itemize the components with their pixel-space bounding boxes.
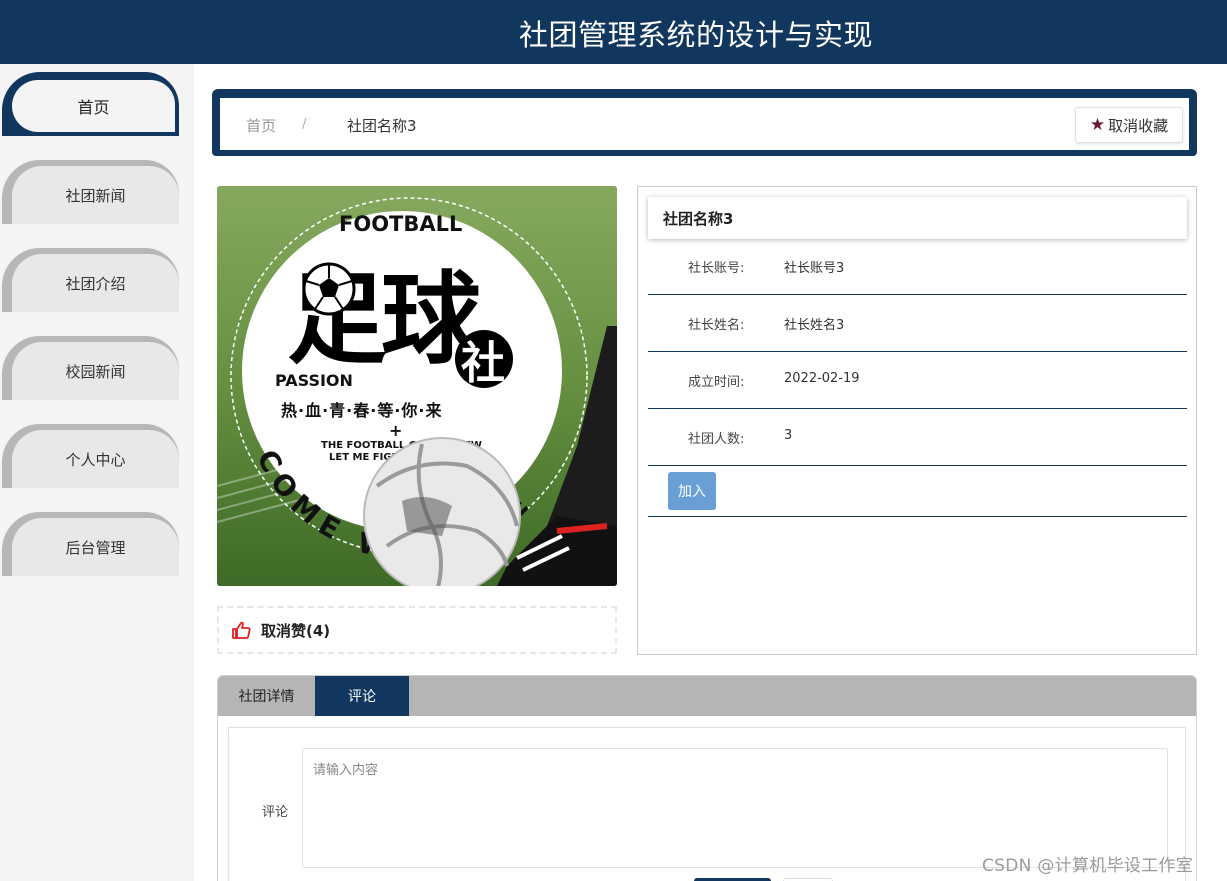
info-label: 社长账号: [688, 261, 745, 276]
top-header: 社团管理系统的设计与实现 [0, 0, 1227, 64]
tab-bar: 社团详情 评论 [218, 676, 1196, 716]
poster-text-plus: + [389, 421, 402, 440]
breadcrumb-container: 首页 / 社团名称3 ★ 取消收藏 [212, 89, 1197, 156]
like-label: 取消赞(4) [261, 621, 331, 640]
sidebar-item-admin[interactable]: 后台管理 [2, 512, 179, 576]
info-label: 社长姓名: [688, 318, 745, 333]
sidebar-item-label: 社团新闻 [12, 166, 179, 224]
info-value: 社长账号3 [784, 261, 845, 276]
info-value: 2022-02-19 [784, 371, 860, 386]
sidebar-item-label: 首页 [12, 80, 175, 132]
like-toggle[interactable]: 取消赞(4) [217, 606, 617, 654]
app-title: 社团管理系统的设计与实现 [518, 18, 873, 52]
sidebar-item-label: 后台管理 [12, 518, 179, 576]
poster-text-football: FOOTBALL [339, 212, 462, 236]
sidebar: 首页 社团新闻 社团介绍 校园新闻 个人中心 后台管理 [0, 64, 194, 881]
star-icon: ★ [1089, 115, 1106, 134]
sidebar-item-club-intro[interactable]: 社团介绍 [2, 248, 179, 312]
info-row-founded-date: 成立时间: 2022-02-19 [648, 352, 1187, 409]
tab-club-details[interactable]: 社团详情 [218, 676, 315, 716]
comment-label: 评论 [262, 805, 289, 820]
breadcrumb-current: 社团名称3 [347, 117, 417, 135]
breadcrumb-separator: / [302, 117, 307, 132]
poster-text-slogan: 热·血·青·春·等·你·来 [281, 401, 442, 420]
csdn-watermark: CSDN @计算机毕设工作室 [982, 856, 1194, 876]
info-row-leader-name: 社长姓名: 社长姓名3 [648, 295, 1187, 352]
poster-text-she: 社 [461, 338, 505, 389]
info-row-member-count: 社团人数: 3 [648, 409, 1187, 466]
sidebar-item-personal-center[interactable]: 个人中心 [2, 424, 179, 488]
club-name-title: 社团名称3 [648, 197, 1187, 239]
unfavorite-label: 取消收藏 [1108, 117, 1169, 135]
info-value: 社长姓名3 [784, 318, 845, 333]
sidebar-item-home[interactable]: 首页 [2, 72, 179, 136]
unfavorite-button[interactable]: ★ 取消收藏 [1075, 107, 1183, 143]
info-value: 3 [784, 428, 793, 443]
sidebar-item-campus-news[interactable]: 校园新闻 [2, 336, 179, 400]
join-button[interactable]: 加入 [668, 472, 716, 510]
football-image [363, 437, 521, 586]
thumbs-up-icon [232, 621, 251, 639]
breadcrumb-home-link[interactable]: 首页 [246, 115, 276, 136]
soccer-ball-icon [302, 262, 356, 316]
info-row-leader-account: 社长账号: 社长账号3 [648, 238, 1187, 295]
join-row: 加入 [648, 466, 1187, 517]
info-label: 社团人数: [688, 432, 745, 447]
breadcrumb: 首页 / 社团名称3 ★ 取消收藏 [220, 98, 1189, 150]
comment-input[interactable] [302, 748, 1168, 868]
poster-text-passion: PASSION [275, 371, 353, 390]
sidebar-item-label: 社团介绍 [12, 254, 179, 312]
sidebar-item-club-news[interactable]: 社团新闻 [2, 160, 179, 224]
club-poster-image: FOOTBALL 足球 社 PASSION 热·血·青·春·等·你·来 + TH… [217, 186, 617, 586]
club-info-card: 社团名称3 社长账号: 社长账号3 社长姓名: 社长姓名3 成立时间: 2022… [637, 186, 1197, 655]
sidebar-item-label: 校园新闻 [12, 342, 179, 400]
info-label: 成立时间: [688, 375, 745, 390]
tab-comments[interactable]: 评论 [315, 676, 409, 716]
sidebar-item-label: 个人中心 [12, 430, 179, 488]
